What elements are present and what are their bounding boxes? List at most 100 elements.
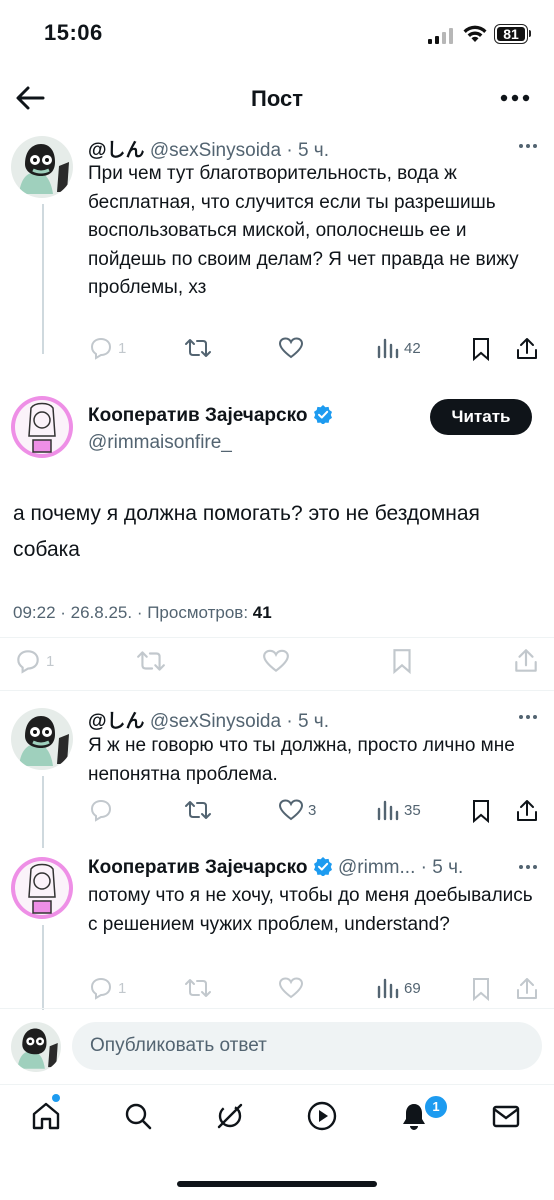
follow-button[interactable]: Читать bbox=[430, 399, 532, 435]
bookmark-icon[interactable] bbox=[470, 976, 492, 1002]
tweet-text: При чем тут благотворительность, вода ж … bbox=[88, 163, 519, 298]
views-icon bbox=[377, 338, 399, 359]
tweet-more-icon[interactable] bbox=[518, 143, 538, 149]
reply-icon bbox=[90, 977, 112, 1000]
views-icon bbox=[377, 978, 399, 999]
page-title: Пост bbox=[251, 86, 303, 111]
share-icon[interactable] bbox=[514, 798, 540, 824]
author-name[interactable]: @しん bbox=[88, 711, 145, 732]
post-time: · 5 ч. bbox=[420, 857, 464, 878]
repost-icon[interactable] bbox=[136, 648, 166, 674]
share-icon[interactable] bbox=[512, 647, 540, 675]
views-icon bbox=[377, 800, 399, 821]
tweet-text: Я ж не говорю что ты должна, просто личн… bbox=[88, 735, 515, 785]
bookmark-icon[interactable] bbox=[390, 647, 414, 675]
repost-icon bbox=[185, 979, 211, 997]
nav-messages[interactable] bbox=[486, 1096, 526, 1136]
bookmark-icon[interactable] bbox=[470, 798, 492, 824]
reply-button[interactable]: 1 bbox=[88, 336, 126, 360]
status-time: 15:06 bbox=[44, 20, 103, 45]
tweet-more-icon[interactable] bbox=[518, 864, 538, 870]
thread-line bbox=[42, 925, 44, 1010]
tweet-header: @しん @sexSinysoida · 5 ч. bbox=[88, 706, 329, 733]
author-name[interactable]: Кооператив Зајечарско bbox=[88, 405, 307, 426]
nav-home[interactable] bbox=[26, 1096, 66, 1136]
avatar[interactable] bbox=[11, 136, 73, 198]
reply-icon bbox=[17, 650, 39, 674]
post-meta: 09:22 · 26.8.25. · Просмотров: 41 bbox=[13, 603, 272, 623]
author-handle[interactable]: @sexSinysoida bbox=[150, 140, 281, 161]
repost-icon bbox=[185, 339, 211, 357]
nav-grok[interactable] bbox=[210, 1096, 250, 1136]
verified-badge-icon bbox=[313, 405, 332, 424]
repost-button[interactable] bbox=[184, 336, 212, 360]
divider bbox=[0, 1008, 554, 1009]
thread-line bbox=[42, 204, 44, 354]
home-icon bbox=[32, 1102, 60, 1130]
reply-input[interactable]: Опубликовать ответ bbox=[72, 1022, 542, 1070]
thread-line bbox=[42, 776, 44, 848]
repost-button[interactable] bbox=[184, 976, 212, 1000]
home-new-indicator bbox=[52, 1094, 60, 1102]
author-handle[interactable]: @rimm... bbox=[338, 857, 415, 878]
views-count: 35 bbox=[404, 801, 421, 819]
main-tweet-text: а почему я должна помогать? это не бездо… bbox=[13, 502, 480, 561]
reply-count: 1 bbox=[46, 652, 55, 670]
heart-icon bbox=[278, 799, 304, 821]
battery-icon: 81 bbox=[494, 24, 528, 44]
views-button[interactable]: 42 bbox=[376, 336, 421, 360]
like-button[interactable]: 3 bbox=[278, 798, 316, 822]
reply-button[interactable]: 1 bbox=[88, 976, 126, 1000]
envelope-icon bbox=[492, 1105, 520, 1128]
share-icon[interactable] bbox=[514, 336, 540, 362]
repost-button[interactable] bbox=[184, 798, 212, 822]
post-time: · 5 ч. bbox=[286, 140, 329, 161]
like-button[interactable] bbox=[278, 976, 308, 1000]
views-button[interactable]: 35 bbox=[376, 798, 421, 822]
more-options-icon[interactable] bbox=[498, 88, 532, 108]
avatar[interactable] bbox=[11, 857, 73, 919]
cellular-signal-icon bbox=[428, 28, 456, 44]
nav-search[interactable] bbox=[118, 1096, 158, 1136]
bookmark-icon[interactable] bbox=[470, 336, 492, 362]
post-timestamp: 09:22 · 26.8.25. · Просмотров: bbox=[13, 603, 249, 622]
author-name-row: Кооператив Зајечарско bbox=[88, 404, 333, 427]
avatar-illustration-icon bbox=[17, 1028, 58, 1069]
divider bbox=[0, 1084, 554, 1085]
tweet-more-icon[interactable] bbox=[518, 714, 538, 720]
reply-button[interactable] bbox=[88, 798, 118, 822]
heart-icon bbox=[278, 977, 304, 999]
heart-icon[interactable] bbox=[262, 648, 290, 674]
share-icon[interactable] bbox=[514, 976, 540, 1002]
battery-level: 81 bbox=[497, 27, 525, 41]
tweet-text: потому что я не хочу, чтобы до меня доеб… bbox=[88, 885, 533, 935]
tweet-header: Кооператив Зајечарско @rimm... · 5 ч. bbox=[88, 856, 463, 879]
tweet-header: @しん @sexSinysoida · 5 ч. bbox=[88, 135, 329, 162]
author-handle[interactable]: @rimmaisonfire_ bbox=[88, 432, 232, 454]
wifi-icon bbox=[463, 25, 487, 42]
avatar-illustration-icon bbox=[19, 716, 69, 766]
like-button[interactable] bbox=[278, 336, 308, 360]
grok-icon bbox=[217, 1103, 243, 1129]
reply-icon bbox=[90, 799, 112, 822]
home-indicator bbox=[177, 1181, 377, 1187]
avatar[interactable] bbox=[11, 708, 73, 770]
my-avatar[interactable] bbox=[11, 1022, 61, 1072]
nav-video[interactable] bbox=[302, 1096, 342, 1136]
divider bbox=[0, 690, 554, 691]
reply-button[interactable]: 1 bbox=[14, 648, 54, 674]
author-name[interactable]: Кооператив Зајечарско bbox=[88, 857, 307, 878]
views-count: 69 bbox=[404, 979, 421, 997]
avatar-illustration-icon bbox=[15, 861, 69, 915]
search-icon bbox=[125, 1103, 152, 1130]
play-icon bbox=[307, 1101, 337, 1131]
author-handle[interactable]: @sexSinysoida bbox=[150, 711, 281, 732]
heart-icon bbox=[278, 337, 304, 359]
notifications-badge: 1 bbox=[423, 1094, 449, 1120]
avatar[interactable] bbox=[11, 396, 73, 458]
reply-icon bbox=[90, 337, 112, 360]
repost-icon bbox=[185, 801, 211, 819]
author-name[interactable]: @しん bbox=[88, 140, 145, 161]
post-time: · 5 ч. bbox=[286, 711, 329, 732]
views-button[interactable]: 69 bbox=[376, 976, 421, 1000]
